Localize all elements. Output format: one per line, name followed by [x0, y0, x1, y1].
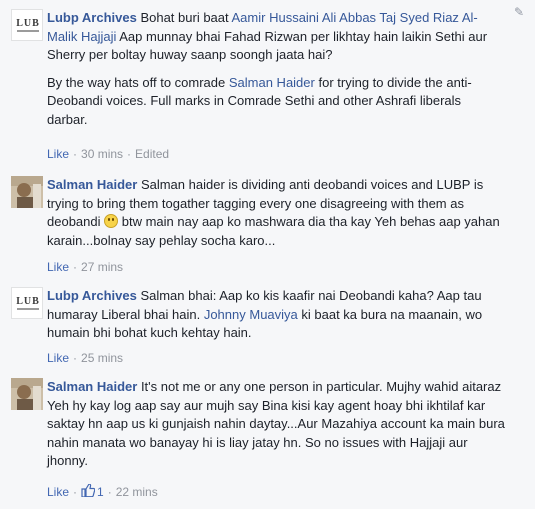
meta-separator: ·: [73, 260, 78, 274]
avatar-photo: [11, 378, 43, 410]
comment-body: Salman Haider It's not me or any one per…: [47, 378, 505, 471]
like-link[interactable]: Like: [47, 260, 69, 274]
comment-paragraph: Salman Haider It's not me or any one per…: [47, 378, 505, 471]
avatar-photo: [11, 176, 43, 208]
tagged-user[interactable]: Johnny Muaviya: [204, 307, 298, 322]
comment-body: Lubp Archives Bohat buri baat Aamir Huss…: [47, 9, 505, 129]
meta-separator: ·: [127, 147, 132, 161]
avatar-logo-text: LUB: [16, 296, 40, 307]
pencil-icon[interactable]: ✎: [514, 6, 526, 18]
comment-body: Lubp Archives Salman bhai: Aap ko kis ka…: [47, 287, 505, 343]
comment-author[interactable]: Salman Haider: [47, 177, 137, 192]
avatar-logo-rule: [17, 30, 39, 32]
comment-meta: Like · 27 mins: [47, 259, 123, 275]
comment-paragraph: By the way hats off to comrade Salman Ha…: [47, 74, 505, 130]
meta-separator: ·: [73, 485, 78, 499]
comment-paragraph: Lubp Archives Bohat buri baat Aamir Huss…: [47, 9, 505, 65]
avatar[interactable]: [11, 176, 43, 208]
avatar-logo-rule: [17, 308, 39, 310]
comment-meta: Like · 25 mins: [47, 350, 123, 366]
avatar[interactable]: LUB: [11, 287, 43, 319]
comment-text: Bohat buri baat: [136, 10, 232, 25]
avatar[interactable]: [11, 378, 43, 410]
comment-meta: Like · 30 mins · Edited: [47, 146, 169, 162]
comment-thread: ✎ LUB Lubp Archives Bohat buri baat Aami…: [0, 0, 535, 509]
smiley-emoji-icon: [104, 214, 119, 228]
comment-text: By the way hats off to comrade: [47, 74, 229, 90]
timestamp[interactable]: 25 mins: [81, 351, 123, 365]
edited-label[interactable]: Edited: [135, 147, 169, 161]
tagged-user[interactable]: Ali Abbas Taj: [322, 10, 396, 25]
comment-author[interactable]: Lubp Archives: [47, 288, 137, 303]
meta-separator: ·: [73, 147, 78, 161]
tagged-user[interactable]: Salman Haider: [229, 75, 315, 90]
thumbs-up-icon[interactable]: [81, 483, 96, 501]
avatar-logo-text: LUB: [16, 18, 40, 29]
comment-meta: Like · 1 · 22 mins: [47, 483, 158, 501]
comment-paragraph: Salman Haider Salman haider is dividing …: [47, 176, 505, 250]
avatar[interactable]: LUB: [11, 9, 43, 41]
like-link[interactable]: Like: [47, 351, 69, 365]
timestamp[interactable]: 27 mins: [81, 260, 123, 274]
meta-separator: ·: [73, 351, 78, 365]
like-link[interactable]: Like: [47, 147, 69, 161]
like-count[interactable]: 1: [97, 485, 104, 499]
timestamp[interactable]: 30 mins: [81, 147, 123, 161]
comment-author[interactable]: Lubp Archives: [47, 10, 137, 25]
comment-paragraph: Lubp Archives Salman bhai: Aap ko kis ka…: [47, 287, 505, 343]
comment-body: Salman Haider Salman haider is dividing …: [47, 176, 505, 250]
timestamp[interactable]: 22 mins: [116, 485, 158, 499]
tagged-user[interactable]: Aamir Hussaini: [232, 10, 319, 25]
meta-separator: ·: [107, 485, 112, 499]
comment-author[interactable]: Salman Haider: [47, 379, 137, 394]
like-link[interactable]: Like: [47, 485, 69, 499]
